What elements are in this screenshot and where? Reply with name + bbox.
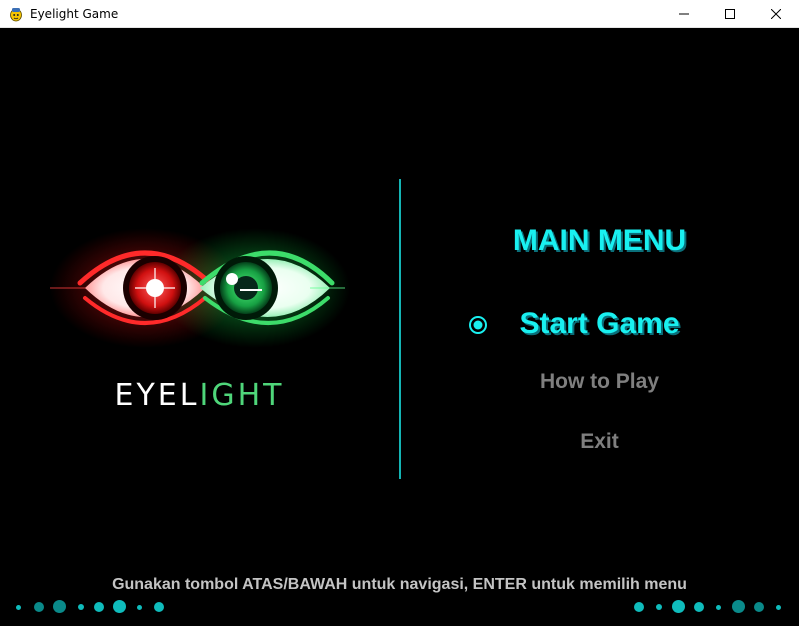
eyes-logo-icon <box>50 228 350 348</box>
logo-word-white: EYEL <box>114 378 200 413</box>
navigation-hint: Gunakan tombol ATAS/BAWAH untuk navigasi… <box>112 576 687 593</box>
game-canvas: EYELIGHT MAIN MENU Start Game How to Pla… <box>0 28 799 626</box>
decor-dot <box>154 602 164 612</box>
decor-dot <box>16 605 21 610</box>
decor-dot <box>34 602 44 612</box>
title-bar: Eyelight Game <box>0 0 799 28</box>
menu-item-start-game[interactable]: Start Game <box>400 307 799 341</box>
minimize-button[interactable] <box>661 0 707 27</box>
close-button[interactable] <box>753 0 799 27</box>
decor-dot <box>716 605 721 610</box>
decor-dot <box>113 600 126 613</box>
close-icon <box>771 8 781 19</box>
logo-word-green: IGHT <box>199 378 285 413</box>
decor-dot <box>137 605 142 610</box>
pygame-icon <box>10 7 22 21</box>
window-title: Eyelight Game <box>30 6 119 21</box>
decor-dot <box>53 600 66 613</box>
decor-dot <box>754 602 764 612</box>
decor-dot <box>634 602 644 612</box>
decor-dot <box>656 604 662 610</box>
decor-dot <box>776 605 781 610</box>
maximize-button[interactable] <box>707 0 753 27</box>
logo-wordmark: EYELIGHT <box>0 378 399 413</box>
decor-dot <box>78 604 84 610</box>
menu-title: MAIN MENU <box>512 224 687 257</box>
maximize-icon <box>725 8 735 19</box>
game-window: Eyelight Game EYELIGHT MAIN MENU Start G… <box>0 0 799 626</box>
decor-dot <box>672 600 685 613</box>
decor-dots-left <box>10 598 170 616</box>
decor-dot <box>732 600 745 613</box>
menu-item-how-to-play[interactable]: How to Play <box>400 370 799 394</box>
menu-item-exit[interactable]: Exit <box>400 430 799 454</box>
minimize-icon <box>679 13 689 14</box>
decor-dots-right <box>630 598 790 616</box>
decor-dot <box>94 602 104 612</box>
decor-dot <box>694 602 704 612</box>
